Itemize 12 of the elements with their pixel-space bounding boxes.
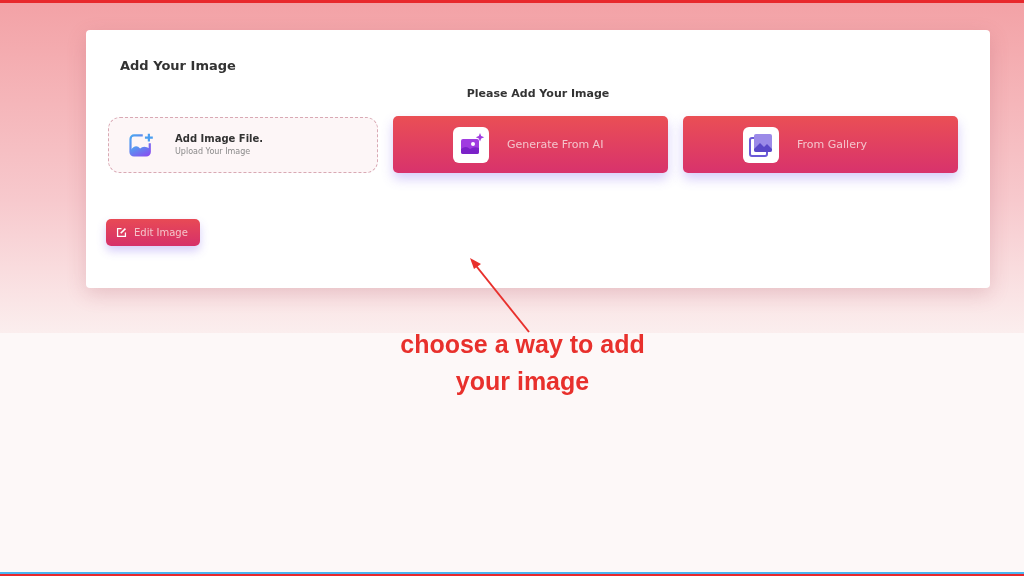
section-heading: Please Add Your Image bbox=[466, 87, 610, 100]
card-title: Add Your Image bbox=[120, 58, 237, 73]
annotation-text: choose a way to add your image bbox=[399, 329, 646, 397]
sparkle-image-icon bbox=[453, 126, 489, 163]
upload-dropzone[interactable]: Add Image File. Upload Your Image bbox=[108, 116, 378, 173]
upload-label: Add Image File. bbox=[175, 133, 264, 144]
upload-hint: Upload Your Image bbox=[175, 147, 251, 156]
edit-icon bbox=[116, 227, 127, 238]
gallery-icon bbox=[743, 126, 779, 163]
edit-image-button[interactable]: Edit Image bbox=[106, 219, 200, 246]
gallery-button[interactable]: From Gallery bbox=[683, 116, 958, 173]
generate-ai-button[interactable]: Generate From AI bbox=[393, 116, 668, 173]
